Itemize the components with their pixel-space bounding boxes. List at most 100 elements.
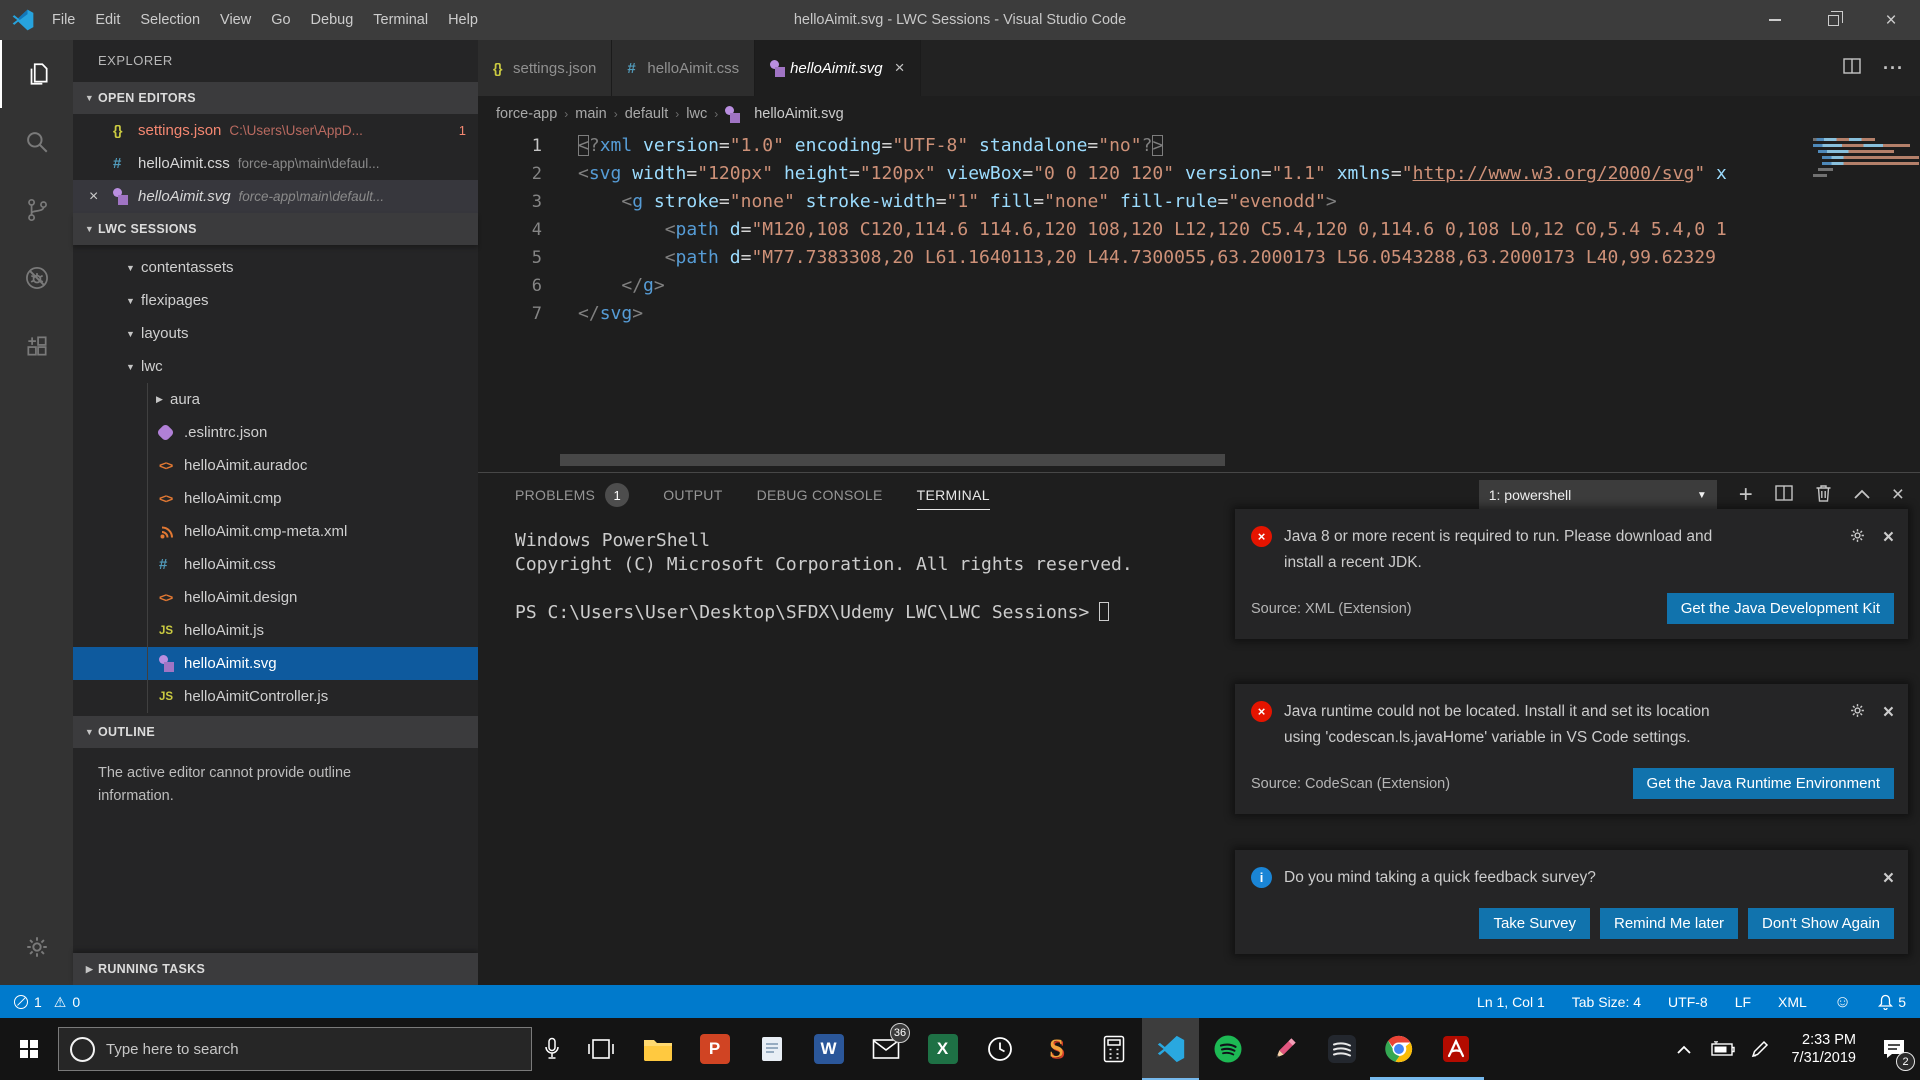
split-terminal-icon[interactable] <box>1775 484 1793 507</box>
panel-tab-terminal[interactable]: TERMINAL <box>916 473 990 517</box>
word-icon[interactable]: W <box>800 1018 857 1080</box>
taskbar-clock[interactable]: 2:33 PM 7/31/2019 <box>1779 1031 1868 1067</box>
battery-icon[interactable] <box>1703 1018 1741 1080</box>
code-editor[interactable]: 1 <?xml version="1.0" encoding="UTF-8" st… <box>478 132 1920 472</box>
source-control-icon[interactable] <box>0 176 73 244</box>
minimap[interactable] <box>1805 132 1920 472</box>
tree-item--eslintrc-json[interactable]: .eslintrc.json <box>73 416 478 449</box>
tree-item-helloaimit-css[interactable]: # helloAimit.css <box>73 548 478 581</box>
tree-item-helloaimit-cmp-meta-xml[interactable]: helloAimit.cmp-meta.xml <box>73 515 478 548</box>
notification-button-remind-me-later[interactable]: Remind Me later <box>1600 908 1739 939</box>
music-app-icon[interactable] <box>1313 1018 1370 1080</box>
taskbar-search-input[interactable]: Type here to search <box>106 1041 531 1058</box>
search-icon[interactable] <box>0 108 73 176</box>
notification-button-get-the-java-development-kit[interactable]: Get the Java Development Kit <box>1666 593 1894 624</box>
menu-go[interactable]: Go <box>261 0 300 40</box>
close-notification-icon[interactable]: × <box>1883 527 1894 549</box>
close-tab-icon[interactable]: × <box>895 58 905 78</box>
maximize-panel-icon[interactable] <box>1854 486 1870 504</box>
outline-header[interactable]: ▼ OUTLINE <box>73 716 478 748</box>
tree-item-helloaimit-js[interactable]: JS helloAimit.js <box>73 614 478 647</box>
breadcrumb-item[interactable]: default <box>625 106 669 122</box>
tree-item-helloaimit-cmp[interactable]: <> helloAimit.cmp <box>73 482 478 515</box>
menu-debug[interactable]: Debug <box>301 0 364 40</box>
tree-item-helloaimit-design[interactable]: <> helloAimit.design <box>73 581 478 614</box>
manage-gear-icon[interactable] <box>0 909 73 985</box>
close-panel-icon[interactable]: × <box>1892 483 1904 507</box>
notification-button-get-the-java-runtime-environment[interactable]: Get the Java Runtime Environment <box>1632 768 1894 799</box>
explorer-icon[interactable] <box>0 40 73 108</box>
gear-icon[interactable] <box>1849 702 1866 724</box>
tree-item-helloaimit-svg[interactable]: helloAimit.svg <box>73 647 478 680</box>
problems-status[interactable]: 1 ⚠ 0 <box>14 994 80 1010</box>
panel-tab-output[interactable]: OUTPUT <box>663 473 722 517</box>
breadcrumb-file[interactable]: helloAimit.svg <box>725 105 844 123</box>
status-item-xml[interactable]: XML <box>1778 994 1807 1010</box>
tree-item-helloaimitcontroller-js[interactable]: JS helloAimitController.js <box>73 680 478 713</box>
close-notification-icon[interactable]: × <box>1883 702 1894 724</box>
tab-helloaimit-svg[interactable]: helloAimit.svg × <box>755 40 921 96</box>
restore-button[interactable] <box>1804 0 1862 40</box>
calculator-icon[interactable] <box>1085 1018 1142 1080</box>
task-view-button[interactable] <box>572 1018 629 1080</box>
notepad-icon[interactable] <box>743 1018 800 1080</box>
action-center-button[interactable]: 2 <box>1868 1018 1920 1080</box>
menu-selection[interactable]: Selection <box>130 0 210 40</box>
tree-item-helloaimit-auradoc[interactable]: <> helloAimit.auradoc <box>73 449 478 482</box>
menu-view[interactable]: View <box>210 0 261 40</box>
acrobat-icon[interactable] <box>1427 1018 1484 1080</box>
project-section-header[interactable]: ▼ LWC SESSIONS <box>73 213 478 245</box>
vscode-taskbar-icon[interactable] <box>1142 1018 1199 1080</box>
panel-tab-debug-console[interactable]: DEBUG CONSOLE <box>757 473 883 517</box>
notifications-bell[interactable]: 5 <box>1878 994 1906 1010</box>
pen-icon[interactable] <box>1741 1018 1779 1080</box>
extensions-icon[interactable] <box>0 312 73 380</box>
taskbar-search-box[interactable]: Type here to search <box>58 1027 532 1071</box>
open-editors-header[interactable]: ▼ OPEN EDITORS <box>73 82 478 114</box>
minimize-button[interactable] <box>1746 0 1804 40</box>
breadcrumb-item[interactable]: main <box>575 106 606 122</box>
menu-help[interactable]: Help <box>438 0 488 40</box>
tree-item-aura[interactable]: ▶ aura <box>73 383 478 416</box>
close-notification-icon[interactable]: × <box>1883 868 1894 890</box>
menu-file[interactable]: File <box>42 0 85 40</box>
open-editor-row[interactable]: × helloAimit.svg force-app\main\default... <box>73 180 478 213</box>
tree-item-lwc[interactable]: ▼ lwc <box>73 350 478 383</box>
close-editor-icon[interactable]: × <box>89 188 113 206</box>
excel-icon[interactable]: X <box>914 1018 971 1080</box>
feedback-smiley-icon[interactable]: ☺ <box>1834 992 1851 1012</box>
menu-edit[interactable]: Edit <box>85 0 130 40</box>
kill-terminal-trash-icon[interactable] <box>1815 484 1832 507</box>
breadcrumb-item[interactable]: force-app <box>496 106 557 122</box>
tree-item-flexipages[interactable]: ▼ flexipages <box>73 284 478 317</box>
chrome-icon[interactable] <box>1370 1018 1427 1080</box>
debug-icon[interactable] <box>0 244 73 312</box>
microphone-icon[interactable] <box>532 1018 572 1080</box>
tree-item-contentassets[interactable]: ▼ contentassets <box>73 251 478 284</box>
tab-helloaimit-css[interactable]: # helloAimit.css <box>612 40 756 96</box>
split-editor-icon[interactable] <box>1843 57 1861 80</box>
menu-terminal[interactable]: Terminal <box>363 0 438 40</box>
tree-item-layouts[interactable]: ▼ layouts <box>73 317 478 350</box>
notification-button-don-t-show-again[interactable]: Don't Show Again <box>1748 908 1894 939</box>
powerpoint-icon[interactable]: P <box>686 1018 743 1080</box>
horizontal-scrollbar[interactable] <box>560 454 1225 466</box>
status-item-ln-1-col-1[interactable]: Ln 1, Col 1 <box>1477 994 1545 1010</box>
status-item-tab-size-4[interactable]: Tab Size: 4 <box>1572 994 1641 1010</box>
status-item-lf[interactable]: LF <box>1735 994 1751 1010</box>
close-window-button[interactable]: × <box>1862 0 1920 40</box>
mail-icon[interactable]: 36 <box>857 1018 914 1080</box>
new-terminal-icon[interactable]: + <box>1739 483 1753 507</box>
start-button[interactable] <box>0 1018 58 1080</box>
spotify-icon[interactable] <box>1199 1018 1256 1080</box>
more-actions-icon[interactable]: ··· <box>1883 58 1904 79</box>
breadcrumb-item[interactable]: lwc <box>686 106 707 122</box>
s-app-icon[interactable]: S <box>1028 1018 1085 1080</box>
tray-chevron-up-icon[interactable] <box>1665 1018 1703 1080</box>
notification-button-take-survey[interactable]: Take Survey <box>1479 908 1590 939</box>
panel-tab-problems[interactable]: PROBLEMS 1 <box>515 473 630 517</box>
running-tasks-header[interactable]: ▶ RUNNING TASKS <box>73 953 478 985</box>
tab-settings-json[interactable]: {} settings.json <box>478 40 613 96</box>
pencil-app-icon[interactable] <box>1256 1018 1313 1080</box>
open-editor-row[interactable]: # helloAimit.css force-app\main\defaul... <box>73 147 478 180</box>
